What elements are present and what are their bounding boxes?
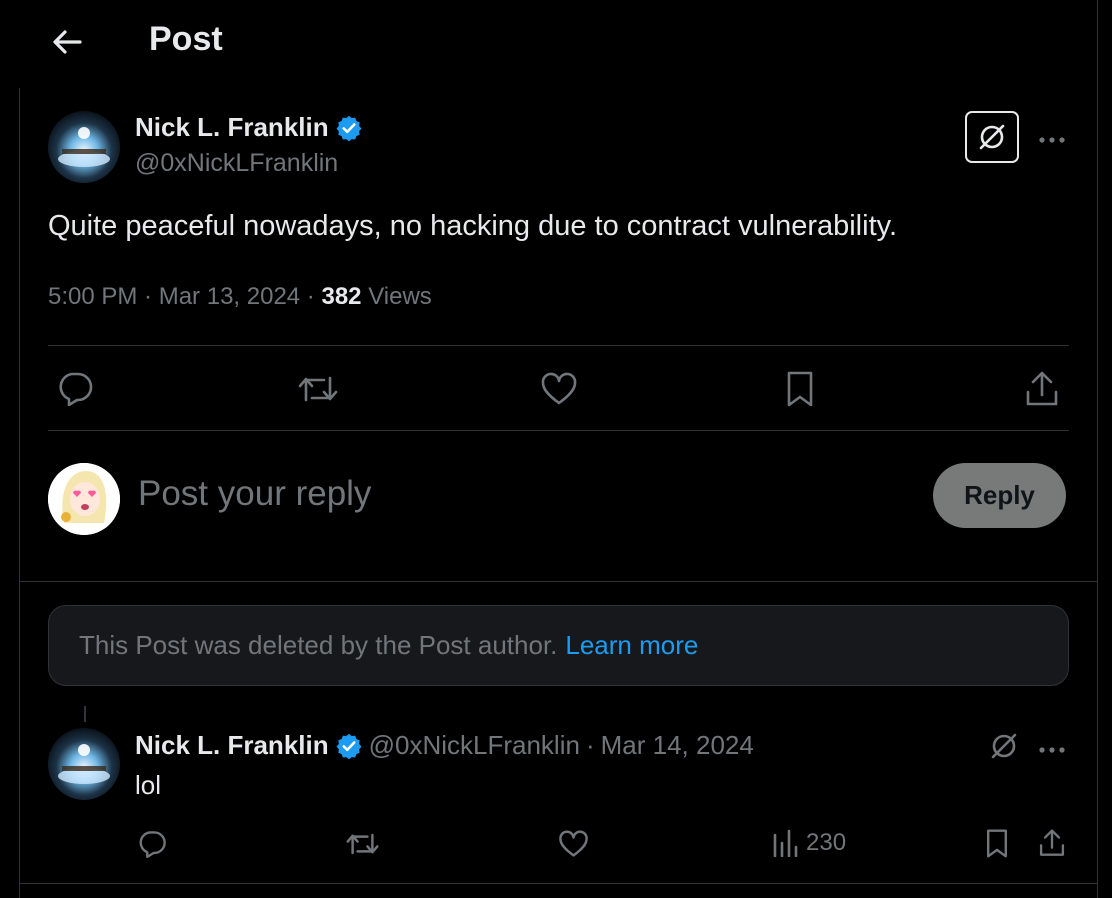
views-count: 382 xyxy=(321,283,362,310)
reply-text: lol xyxy=(135,770,162,800)
deleted-notice-text: This Post was deleted by the Post author… xyxy=(79,630,558,660)
reply-reply-button[interactable] xyxy=(137,829,167,863)
bookmark-button[interactable] xyxy=(785,370,815,413)
learn-more-link[interactable]: Learn more xyxy=(565,630,698,661)
post-date[interactable]: Mar 13, 2024 xyxy=(159,283,300,310)
more-horizontal-icon xyxy=(1039,747,1065,753)
reply-icon xyxy=(139,831,166,859)
deleted-post-notice: This Post was deleted by the Post author… xyxy=(48,605,1069,686)
author-name-row[interactable]: Nick L. Franklin xyxy=(135,112,363,143)
timeline-border-left xyxy=(19,88,20,898)
current-user-avatar[interactable] xyxy=(48,463,120,535)
like-icon xyxy=(541,372,577,405)
divider xyxy=(19,883,1098,884)
reply-submit-button[interactable]: Reply xyxy=(933,463,1066,528)
reply-author-name[interactable]: Nick L. Franklin xyxy=(135,730,329,761)
repost-icon xyxy=(346,833,379,855)
grok-button[interactable] xyxy=(965,111,1019,163)
post-text: Quite peaceful nowadays, no hacking due … xyxy=(48,210,898,242)
reply-author-handle[interactable]: @0xNickLFranklin xyxy=(369,730,580,761)
verified-badge-icon xyxy=(336,115,362,141)
reply-views-count: 230 xyxy=(806,829,847,856)
reply-like-button[interactable] xyxy=(558,830,589,863)
reply-bookmark-button[interactable] xyxy=(985,828,1009,864)
reply-repost-button[interactable] xyxy=(345,830,380,863)
reply-author-avatar[interactable] xyxy=(48,728,120,800)
reply-button[interactable] xyxy=(56,370,94,411)
share-button[interactable] xyxy=(1024,370,1060,413)
post-time[interactable]: 5:00 PM xyxy=(48,283,137,310)
reply-more-button[interactable] xyxy=(1038,741,1066,759)
reply-input[interactable]: Post your reply xyxy=(138,474,371,514)
reply-separator: · xyxy=(585,730,595,760)
repost-button[interactable] xyxy=(297,372,339,411)
meta-separator: · xyxy=(137,283,159,310)
repost-icon xyxy=(298,376,338,402)
thread-connector xyxy=(84,706,86,722)
page-title: Post xyxy=(149,20,223,58)
author-name[interactable]: Nick L. Franklin xyxy=(135,112,329,143)
divider xyxy=(19,581,1098,582)
share-icon xyxy=(1026,371,1058,406)
share-icon xyxy=(1039,829,1065,856)
bookmark-icon xyxy=(787,371,813,407)
post-meta: 5:00 PM · Mar 13, 2024 · 382 Views xyxy=(48,283,432,311)
author-avatar[interactable] xyxy=(48,111,120,183)
bookmark-icon xyxy=(987,829,1007,858)
grok-slash-icon xyxy=(991,733,1017,759)
back-button[interactable] xyxy=(50,26,84,58)
reply-header: Nick L. Franklin @0xNickLFranklin · Mar … xyxy=(135,730,754,761)
more-options-button[interactable] xyxy=(1038,120,1066,151)
reply-views-button[interactable]: 230 xyxy=(772,829,846,857)
views-label: Views xyxy=(368,283,432,310)
reply-icon xyxy=(59,372,93,407)
reply-grok-button[interactable] xyxy=(988,730,1020,767)
views-chart-icon xyxy=(773,829,798,857)
timeline-border-right xyxy=(1097,0,1098,898)
like-button[interactable] xyxy=(540,372,578,411)
arrow-left-icon xyxy=(53,30,82,54)
grok-slash-icon xyxy=(979,124,1005,150)
reply-share-button[interactable] xyxy=(1038,828,1066,863)
reply-date[interactable]: Mar 14, 2024 xyxy=(601,730,754,761)
more-horizontal-icon xyxy=(1039,137,1065,143)
like-icon xyxy=(559,830,588,857)
divider xyxy=(48,430,1069,431)
verified-badge-icon xyxy=(336,733,362,759)
meta-separator: · xyxy=(300,283,322,310)
author-handle[interactable]: @0xNickLFranklin xyxy=(135,149,338,178)
divider xyxy=(48,345,1069,346)
